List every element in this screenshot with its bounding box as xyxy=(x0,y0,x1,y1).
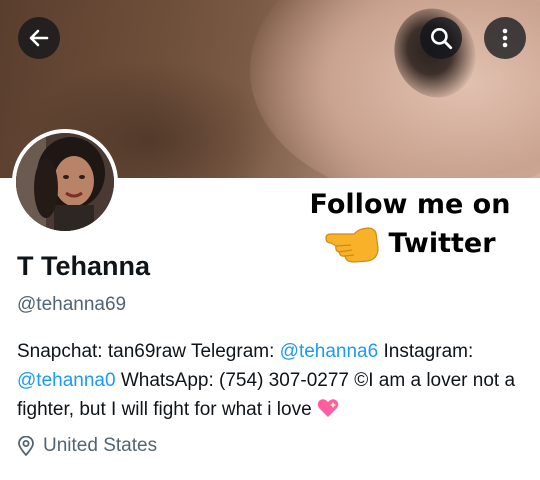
location-text: United States xyxy=(43,435,158,456)
search-button[interactable] xyxy=(420,17,462,59)
promo-line-1: Follow me on xyxy=(309,189,511,220)
bio-text-1: Snapchat: tan69raw Telegram: xyxy=(17,341,280,362)
location-pin-icon xyxy=(18,436,34,456)
more-vertical-icon xyxy=(502,28,508,48)
avatar-photo xyxy=(16,133,114,231)
mention-link-tehanna0[interactable]: @tehanna0 xyxy=(17,370,116,391)
search-icon xyxy=(431,28,453,50)
user-handle: @tehanna69 xyxy=(17,294,127,315)
promo-text: Follow me on Twitter xyxy=(290,186,530,264)
more-options-button[interactable] xyxy=(484,17,526,59)
pointing-hand-emoji-icon xyxy=(325,227,380,263)
profile-location: United States xyxy=(17,435,157,457)
profile-bio: Snapchat: tan69raw Telegram: @tehanna6 I… xyxy=(17,337,527,424)
sparkling-heart-emoji-icon xyxy=(317,399,339,417)
bio-text-2: Instagram: xyxy=(378,341,474,362)
avatar[interactable] xyxy=(12,129,118,235)
display-name: T Tehanna xyxy=(17,251,151,281)
arrow-left-icon xyxy=(29,29,49,47)
promo-line-2: Twitter xyxy=(388,228,496,259)
mention-link-tehanna6[interactable]: @tehanna6 xyxy=(280,341,379,362)
back-button[interactable] xyxy=(18,17,60,59)
